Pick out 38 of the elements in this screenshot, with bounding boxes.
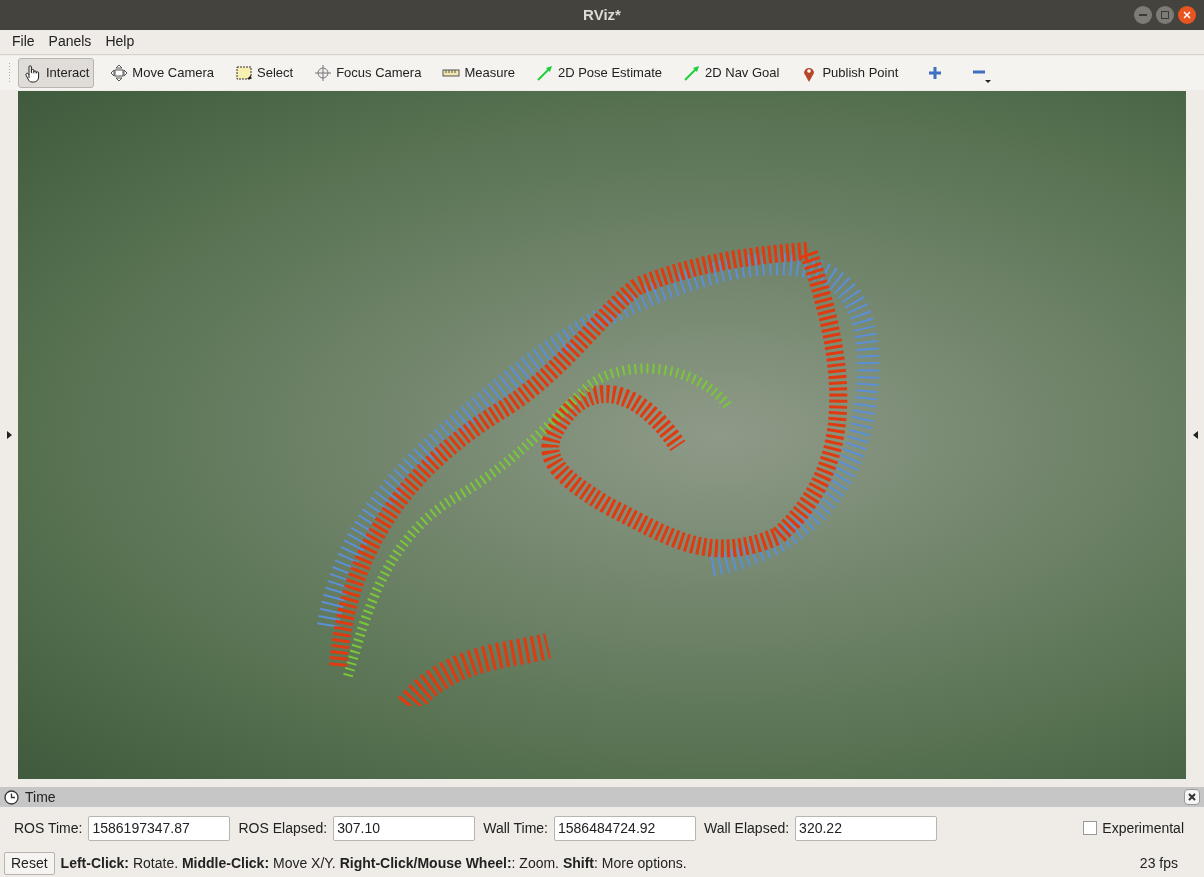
tool-button[interactable]: 2D Nav Goal [677,58,785,88]
field-label: ROS Elapsed: [238,818,328,838]
close-button[interactable] [1178,6,1196,24]
experimental-checkbox[interactable] [1083,821,1098,835]
menu-item[interactable]: Panels [48,30,92,52]
time-field[interactable]: 1586197347.87 [88,815,231,841]
crosshair-icon [313,63,334,83]
plus-icon [928,66,943,80]
selection-box-icon [234,63,254,83]
tool-button[interactable]: Interact [18,58,95,88]
close-icon [1183,11,1191,19]
field-label: Wall Time: [483,818,548,838]
time-field[interactable]: 307.10 [333,815,476,841]
menu-item[interactable]: File [12,30,35,52]
menu-item[interactable]: Help [105,30,135,52]
reset-button[interactable]: Reset [4,851,55,875]
diagonal-arrow-icon [682,63,702,83]
field-label: Wall Elapsed: [704,818,790,838]
time-field[interactable]: 320.22 [795,815,938,841]
close-icon [1188,793,1196,801]
checkbox-label: Experimental [1102,818,1184,838]
tool-button[interactable]: Focus Camera [308,58,427,88]
tool-button[interactable]: 2D Pose Estimate [529,58,667,88]
tool-button[interactable]: Select [229,58,299,88]
field-label: ROS Time: [14,818,83,838]
tool-button[interactable]: Publish Point [794,58,904,88]
fps-counter: 23 fps [1139,853,1178,873]
panel-title: Time [25,787,56,807]
time-field[interactable]: 1586484724.92 [554,815,696,841]
clock-icon [4,789,19,805]
minimize-button[interactable] [1134,6,1152,24]
tool-button[interactable]: Measure [436,58,520,88]
window-title: RViz* [583,4,621,25]
close-panel-button[interactable] [1184,789,1200,805]
toolbar-grip[interactable] [8,62,12,84]
help-text: Left-Click: Rotate. Middle-Click: Move X/Y. Right-Click/Mouse Wheel:: Zoom. Shift: More options. [60,853,687,873]
tool-button[interactable]: Move Camera [104,58,219,88]
move-arrows-icon [109,63,130,83]
